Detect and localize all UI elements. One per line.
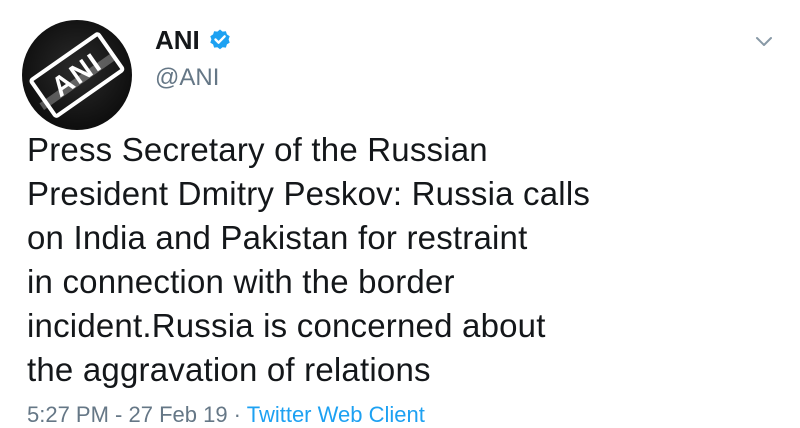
tweet-text-line: President Dmitry Peskov: Russia calls [27,175,591,212]
tweet-text: Press Secretary of the Russian President… [27,128,787,392]
tweet-text-line: the aggravation of relations [27,351,431,388]
display-name[interactable]: ANI [155,26,200,55]
tweet-card: ANI ANI @ANI Press Secretary of the Russ… [0,0,800,427]
name-row: ANI [155,26,232,55]
tweet-header: ANI @ANI [155,26,232,91]
user-handle[interactable]: @ANI [155,64,232,91]
verified-badge-icon [208,28,232,52]
client-link[interactable]: Twitter Web Client [247,402,425,427]
tweet-text-line: on India and Pakistan for restraint [27,219,528,256]
tweet-text-line: incident.Russia is concerned about [27,307,546,344]
tweet-text-line: Press Secretary of the Russian [27,131,488,168]
avatar[interactable]: ANI [22,20,132,130]
timestamp-text[interactable]: 5:27 PM - 27 Feb 19 · [27,402,247,427]
tweet-timestamp: 5:27 PM - 27 Feb 19 · Twitter Web Client [27,402,425,428]
tweet-text-line: in connection with the border [27,263,455,300]
chevron-down-icon[interactable] [752,34,776,50]
